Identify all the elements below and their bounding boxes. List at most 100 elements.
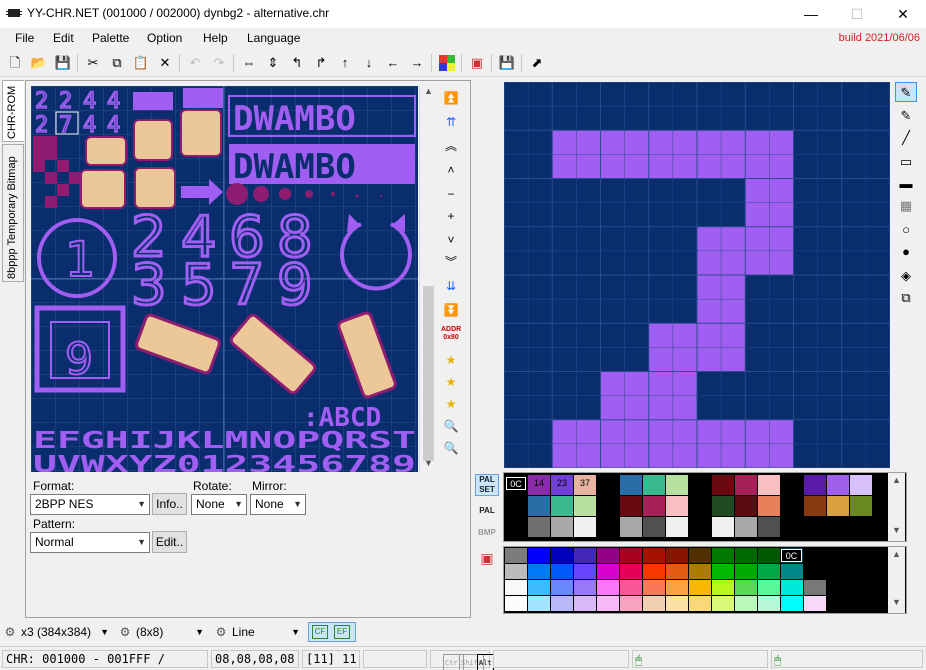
fill-bucket-icon[interactable]: ◈ bbox=[895, 266, 917, 286]
grid-toggle-alt-icon[interactable]: EF bbox=[334, 625, 350, 639]
ellipse-icon[interactable]: ○ bbox=[895, 220, 917, 240]
nes-palette-panel[interactable]: 0C bbox=[503, 546, 907, 614]
nes-color-swatch[interactable] bbox=[505, 548, 527, 563]
byte-up-icon[interactable]: − bbox=[441, 184, 461, 204]
palette-swatch[interactable] bbox=[712, 496, 734, 516]
scroll-up-icon[interactable]: ▲ bbox=[888, 549, 905, 559]
save-alt-icon[interactable]: 💾 bbox=[497, 53, 517, 73]
palette-swatch[interactable] bbox=[505, 496, 527, 516]
nes-color-swatch[interactable] bbox=[735, 548, 757, 563]
palette-swatch[interactable] bbox=[574, 517, 596, 537]
palette-swatch[interactable] bbox=[827, 496, 849, 516]
palette-tool-icon[interactable] bbox=[437, 53, 457, 73]
menu-file[interactable]: File bbox=[15, 31, 34, 45]
palette-swatch[interactable] bbox=[712, 475, 734, 495]
palette-swatch[interactable] bbox=[689, 517, 711, 537]
nes-color-swatch[interactable] bbox=[827, 548, 849, 563]
scroll-down-icon[interactable]: ▼ bbox=[888, 525, 905, 535]
nes-color-swatch[interactable] bbox=[804, 580, 826, 595]
nes-color-swatch[interactable] bbox=[712, 564, 734, 579]
nes-color-swatch[interactable] bbox=[551, 564, 573, 579]
palette-swatch[interactable] bbox=[620, 475, 642, 495]
chr-tile-view[interactable]: 2 2 4 4 2 7 4 4 DWAMBO DWAMBO 1 2 4 6 8 … bbox=[31, 86, 418, 472]
filled-rectangle-icon[interactable]: ▬ bbox=[895, 174, 917, 194]
tab-bitmap[interactable]: 8bppp Temporary Bitmap bbox=[2, 144, 24, 282]
nes-color-swatch[interactable] bbox=[781, 596, 803, 611]
nes-color-swatch[interactable] bbox=[735, 580, 757, 595]
flip-vertical-icon[interactable]: ⇕ bbox=[263, 53, 283, 73]
byte-down-icon[interactable]: + bbox=[441, 206, 461, 226]
line-icon[interactable]: ╱ bbox=[895, 128, 917, 148]
nes-color-swatch[interactable] bbox=[528, 596, 550, 611]
nes-palette-scrollbar[interactable]: ▲ ▼ bbox=[888, 547, 905, 613]
flip-horizontal-icon[interactable]: ⇔ bbox=[239, 53, 259, 73]
palette-swatch[interactable] bbox=[735, 475, 757, 495]
palette-swatch[interactable] bbox=[689, 496, 711, 516]
nes-color-swatch[interactable] bbox=[804, 564, 826, 579]
palette-swatch[interactable] bbox=[643, 475, 665, 495]
zoom-select[interactable]: ⚙ x3 (384x384) ▼ bbox=[3, 622, 111, 642]
palette-swatch[interactable] bbox=[620, 517, 642, 537]
palette-swatch[interactable] bbox=[758, 475, 780, 495]
bookmark-down-icon[interactable]: ★ bbox=[441, 394, 461, 414]
scroll-thumb[interactable] bbox=[423, 286, 434, 461]
palette-swatch[interactable] bbox=[781, 517, 803, 537]
minimize-button[interactable]: — bbox=[788, 0, 834, 28]
bookmark-next-icon[interactable]: ★ bbox=[441, 350, 461, 370]
palette-swatch[interactable] bbox=[666, 496, 688, 516]
nes-color-swatch[interactable] bbox=[574, 564, 596, 579]
nes-color-swatch[interactable] bbox=[528, 580, 550, 595]
nes-color-swatch[interactable] bbox=[551, 596, 573, 611]
paste-icon[interactable]: 📋 bbox=[131, 53, 151, 73]
jump-bottom-icon[interactable]: ⏬ bbox=[441, 300, 461, 320]
palette-swatch[interactable] bbox=[597, 496, 619, 516]
shift-left-icon[interactable]: ← bbox=[383, 53, 403, 73]
pen-icon[interactable]: ✎ bbox=[895, 82, 917, 102]
palette-scrollbar[interactable]: ▲ ▼ bbox=[888, 473, 905, 541]
nes-color-swatch[interactable] bbox=[505, 596, 527, 611]
line-down-icon[interactable]: ˅ bbox=[441, 230, 461, 250]
palette-swatch[interactable] bbox=[781, 475, 803, 495]
tool-select[interactable]: ⚙ Line ▼ bbox=[214, 622, 302, 642]
palette-swatch[interactable] bbox=[735, 496, 757, 516]
page-up-big-icon[interactable]: ⇈ bbox=[441, 112, 461, 132]
filled-ellipse-icon[interactable]: ● bbox=[895, 242, 917, 262]
nes-color-swatch[interactable] bbox=[712, 548, 734, 563]
nes-color-swatch[interactable] bbox=[574, 548, 596, 563]
palette-set-panel[interactable]: 0C 14 23 37 bbox=[503, 472, 907, 542]
page-down-icon[interactable]: ︾ bbox=[441, 252, 461, 272]
nes-color-swatch[interactable] bbox=[804, 596, 826, 611]
nes-color-swatch[interactable] bbox=[712, 596, 734, 611]
format-select[interactable]: 2BPP NES ▼ bbox=[30, 494, 150, 515]
palette-swatch[interactable] bbox=[804, 517, 826, 537]
nes-color-swatch[interactable] bbox=[804, 548, 826, 563]
nes-color-swatch[interactable] bbox=[643, 564, 665, 579]
undo-icon[interactable]: ↶ bbox=[185, 53, 205, 73]
scroll-up-icon[interactable]: ▲ bbox=[420, 86, 437, 96]
pattern-select[interactable]: Normal ▼ bbox=[30, 532, 150, 553]
nes-color-swatch[interactable] bbox=[827, 564, 849, 579]
palette-swatch[interactable] bbox=[850, 496, 872, 516]
palette-swatch[interactable] bbox=[505, 517, 527, 537]
palette-swatch[interactable] bbox=[597, 517, 619, 537]
scroll-up-icon[interactable]: ▲ bbox=[888, 475, 905, 485]
palette-swatch[interactable] bbox=[850, 475, 872, 495]
open-external-icon[interactable]: ⬈ bbox=[527, 53, 547, 73]
nes-color-swatch[interactable] bbox=[574, 596, 596, 611]
delete-icon[interactable]: ✕ bbox=[155, 53, 175, 73]
nes-color-swatch[interactable] bbox=[643, 548, 665, 563]
nes-color-swatch[interactable] bbox=[758, 596, 780, 611]
nes-color-swatch[interactable] bbox=[574, 580, 596, 595]
line-up-icon[interactable]: ˄ bbox=[441, 160, 461, 180]
palette-swatch[interactable] bbox=[827, 517, 849, 537]
palette-swatch[interactable] bbox=[528, 517, 550, 537]
nes-color-swatch[interactable] bbox=[666, 548, 688, 563]
rotate-select[interactable]: None ▼ bbox=[191, 494, 247, 515]
bmp-button[interactable]: BMP bbox=[475, 522, 499, 544]
palette-swatch[interactable] bbox=[689, 475, 711, 495]
nes-color-swatch[interactable] bbox=[666, 596, 688, 611]
shift-right-icon[interactable]: → bbox=[407, 53, 427, 73]
nes-color-swatch[interactable] bbox=[827, 596, 849, 611]
palette-swatch[interactable] bbox=[666, 517, 688, 537]
page-up-icon[interactable]: ︽ bbox=[441, 136, 461, 156]
